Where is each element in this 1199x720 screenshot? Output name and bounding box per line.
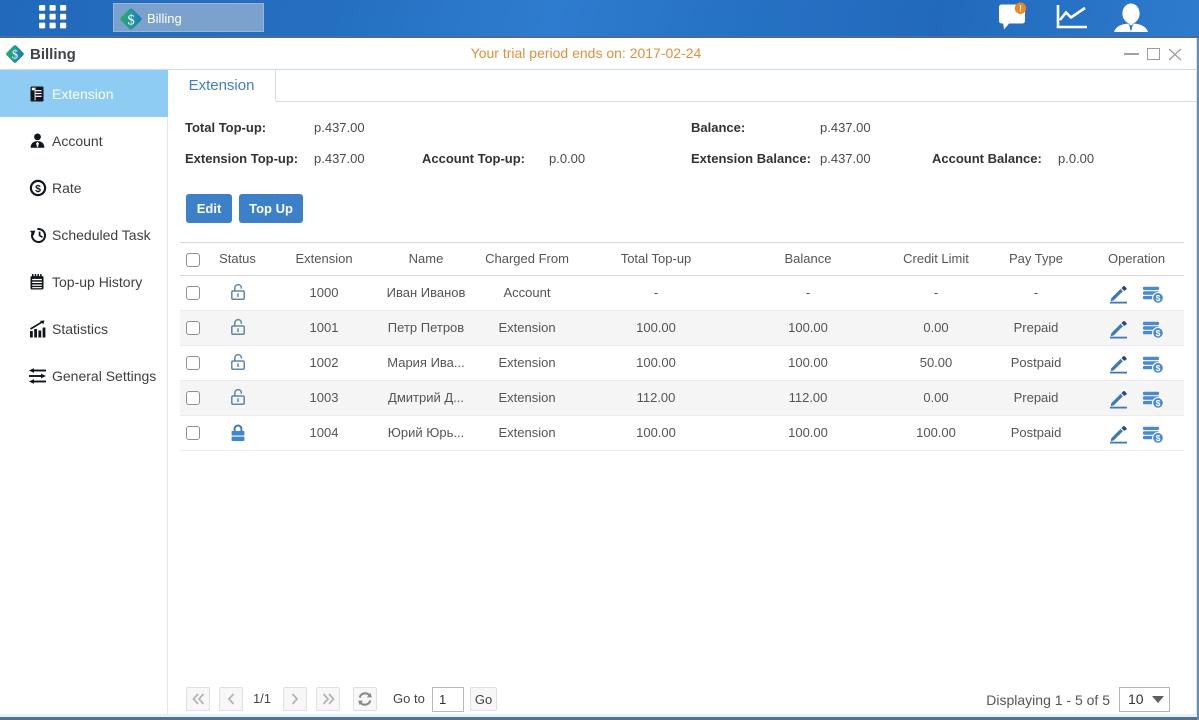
svg-text:$: $	[1156, 363, 1161, 373]
svg-text:$: $	[127, 13, 134, 29]
svg-text:$: $	[12, 48, 18, 62]
svg-text:$: $	[1156, 293, 1161, 303]
svg-text:!: !	[1019, 4, 1022, 14]
svg-text:$: $	[1156, 433, 1161, 443]
svg-text:$: $	[1156, 398, 1161, 408]
svg-text:$: $	[1156, 328, 1161, 338]
svg-text:$: $	[35, 182, 41, 194]
